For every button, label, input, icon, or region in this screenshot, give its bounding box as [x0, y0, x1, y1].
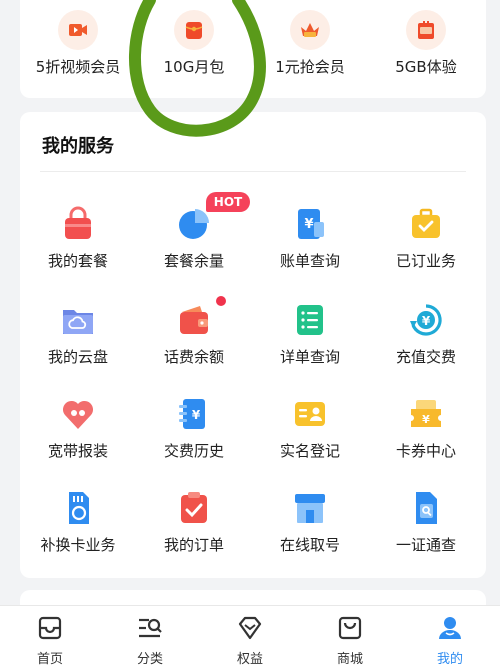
id-card-icon [292, 396, 328, 432]
yuan-refresh-icon: ¥ [408, 302, 444, 338]
shortcut-10g-monthly[interactable]: 10G月包 [136, 0, 252, 98]
list-icon [292, 302, 328, 338]
shortcut-row: 5折视频会员 10G月包 1元抢会员 5GB体验 [20, 0, 486, 98]
receipt-icon: ¥ [176, 396, 212, 432]
service-label: 实名登记 [279, 442, 340, 460]
store-icon [292, 490, 328, 526]
service-label: 我的套餐 [47, 252, 108, 270]
svg-text:¥: ¥ [422, 413, 430, 426]
service-label: 套餐余量 [163, 252, 224, 270]
notification-dot [216, 296, 226, 306]
service-label: 我的云盘 [47, 348, 108, 366]
service-phone-balance[interactable]: 话费余额 [136, 296, 252, 392]
svg-text:¥: ¥ [192, 408, 201, 422]
service-online-queue[interactable]: 在线取号 [252, 490, 368, 580]
nav-label: 权益 [236, 652, 263, 666]
nav-benefits[interactable]: 权益 [200, 606, 300, 666]
nav-mall[interactable]: 商城 [300, 606, 400, 666]
service-broadband[interactable]: 宽带报装 [20, 396, 136, 486]
shortcut-1yuan-member[interactable]: 1元抢会员 [252, 0, 368, 98]
service-plan-balance[interactable]: HOT 套餐余量 [136, 192, 252, 296]
red-packet-icon [174, 10, 214, 50]
service-label: 我的订单 [163, 536, 224, 554]
divider [40, 171, 466, 172]
service-my-orders[interactable]: 我的订单 [136, 490, 252, 580]
wallet-icon [176, 302, 212, 338]
coupon-icon: ¥ [408, 396, 444, 432]
service-subscribed[interactable]: 已订业务 [368, 206, 484, 296]
diamond-icon [236, 614, 264, 642]
service-label: 在线取号 [279, 536, 340, 554]
profile-icon [436, 614, 464, 642]
briefcase-icon [408, 206, 444, 242]
shortcut-video-member[interactable]: 5折视频会员 [20, 0, 136, 98]
crown-icon [290, 10, 330, 50]
service-bill-query[interactable]: ¥ 账单查询 [252, 206, 368, 296]
shortcut-label: 10G月包 [163, 58, 225, 76]
sim-search-icon [408, 490, 444, 526]
service-label: 交费历史 [163, 442, 224, 460]
service-payment-history[interactable]: ¥ 交费历史 [136, 396, 252, 486]
service-label: 充值交费 [395, 348, 456, 366]
service-coupon-center[interactable]: ¥ 卡券中心 [368, 396, 484, 486]
service-sim-replace[interactable]: 补换卡业务 [20, 490, 136, 580]
service-label: 话费余额 [163, 348, 224, 366]
nav-home[interactable]: 首页 [0, 606, 100, 666]
bottom-nav: 首页 分类 权益 商城 我的 [0, 605, 500, 666]
service-cloud-drive[interactable]: 我的云盘 [20, 302, 136, 392]
nav-mine[interactable]: 我的 [400, 606, 500, 666]
svg-text:¥: ¥ [422, 314, 431, 328]
service-real-name[interactable]: 实名登记 [252, 396, 368, 486]
service-label: 账单查询 [279, 252, 340, 270]
service-id-check[interactable]: 一证通查 [368, 490, 484, 580]
my-services-card: 我的服务 我的套餐 HOT 套餐余量 ¥ 账单查询 已订业务 我的云盘 话费余额… [20, 112, 486, 578]
service-detail-query[interactable]: 详单查询 [252, 302, 368, 392]
nav-label: 首页 [36, 652, 63, 666]
service-label: 已订业务 [395, 252, 456, 270]
nav-category[interactable]: 分类 [100, 606, 200, 666]
video-icon [58, 10, 98, 50]
cloud-folder-icon [60, 302, 96, 338]
service-label: 宽带报装 [47, 442, 108, 460]
shortcut-label: 1元抢会员 [275, 58, 345, 76]
sim-swap-icon [60, 490, 96, 526]
clipboard-check-icon [176, 490, 212, 526]
shopping-bag-icon [336, 614, 364, 642]
service-my-plan[interactable]: 我的套餐 [20, 206, 136, 296]
nav-label: 我的 [436, 652, 463, 666]
shortcut-label: 5折视频会员 [35, 58, 121, 76]
nav-label: 分类 [136, 652, 163, 666]
shortcut-card: 5折视频会员 10G月包 1元抢会员 5GB体验 [20, 0, 486, 98]
home-icon [36, 614, 64, 642]
gift-bag-icon [406, 10, 446, 50]
bill-icon: ¥ [292, 206, 328, 242]
service-label: 卡券中心 [395, 442, 456, 460]
nav-label: 商城 [336, 652, 363, 666]
svg-text:¥: ¥ [304, 217, 313, 232]
section-title: 我的服务 [42, 136, 114, 157]
heart-router-icon [60, 396, 96, 432]
hot-badge: HOT [206, 192, 250, 212]
shortcut-5gb-trial[interactable]: 5GB体验 [368, 0, 484, 98]
bag-icon [60, 206, 96, 242]
shortcut-label: 5GB体验 [395, 58, 457, 76]
service-label: 详单查询 [279, 348, 340, 366]
service-label: 一证通查 [395, 536, 456, 554]
category-search-icon [136, 614, 164, 642]
service-label: 补换卡业务 [40, 536, 116, 554]
service-recharge[interactable]: ¥ 充值交费 [368, 302, 484, 392]
